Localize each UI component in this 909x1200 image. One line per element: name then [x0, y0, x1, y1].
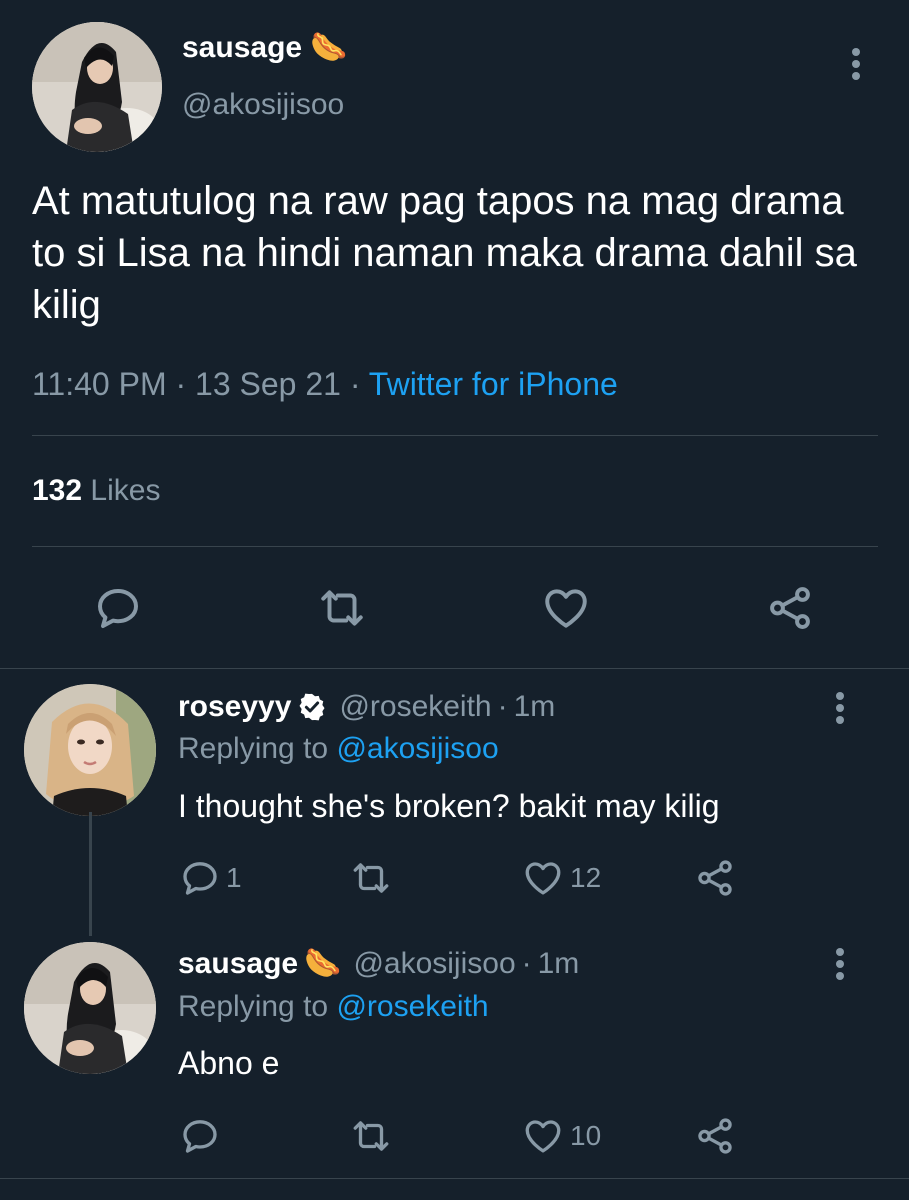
main-more-button[interactable]	[836, 44, 876, 84]
reply-button[interactable]: 1	[180, 856, 242, 900]
share-button[interactable]	[694, 856, 736, 900]
reply-text: Abno e	[178, 1045, 280, 1081]
retweet-icon	[321, 590, 363, 626]
more-vertical-icon	[852, 48, 860, 80]
tweet-date: 13 Sep 21	[195, 366, 341, 402]
share-button[interactable]	[762, 580, 818, 636]
heart-icon	[545, 589, 587, 628]
heart-icon	[525, 1120, 561, 1153]
retweet-icon	[353, 1121, 389, 1151]
main-tweet-text: At matutulog na raw pag tapos na mag dra…	[32, 179, 857, 327]
replying-to-link[interactable]: @akosijisoo	[336, 732, 498, 765]
share-icon	[698, 1118, 732, 1154]
meta-separator: ·	[521, 946, 532, 980]
tweet-source-link[interactable]: Twitter for iPhone	[369, 366, 618, 402]
thread-connector	[89, 812, 92, 936]
replying-prefix: Replying to	[178, 990, 329, 1023]
reply-author-avatar[interactable]	[24, 942, 156, 1074]
more-vertical-icon	[836, 948, 844, 980]
divider	[0, 1178, 909, 1179]
divider	[0, 668, 909, 669]
tweet-time: 11:40 PM	[32, 366, 167, 402]
reply-author-name[interactable]: sausage	[178, 947, 298, 981]
more-vertical-icon	[836, 692, 844, 724]
reply-header: roseyyy @rosekeith · 1m	[178, 690, 555, 724]
hotdog-emoji: 🌭	[310, 31, 348, 64]
reply-header: sausage 🌭 @akosijisoo · 1m	[178, 946, 579, 981]
likes-count: 132	[32, 474, 83, 507]
main-author-handle[interactable]: @akosijisoo	[182, 88, 344, 122]
heart-icon	[525, 862, 561, 895]
retweet-button[interactable]	[350, 856, 398, 900]
reply-button[interactable]	[90, 580, 146, 636]
reply-more-button[interactable]	[820, 688, 860, 728]
replying-to-link[interactable]: @rosekeith	[336, 990, 488, 1023]
like-button[interactable]: 10	[522, 1114, 601, 1158]
like-button[interactable]	[538, 580, 594, 636]
like-count: 10	[570, 1120, 602, 1151]
like-button[interactable]: 12	[522, 856, 601, 900]
replying-prefix: Replying to	[178, 732, 329, 765]
reply-count: 1	[226, 862, 242, 893]
divider	[32, 435, 878, 436]
reply-icon	[98, 589, 138, 628]
likes-label: Likes	[90, 474, 161, 507]
share-icon	[770, 587, 810, 629]
hotdog-emoji: 🌭	[304, 947, 342, 980]
replying-to-line: Replying to @akosijisoo	[178, 732, 499, 766]
meta-separator: ·	[349, 366, 361, 402]
reply-author-name[interactable]: roseyyy	[178, 690, 291, 724]
divider	[32, 546, 878, 547]
tweet-detail-page: sausage 🌭 @akosijisoo At matutulog na ra…	[0, 0, 909, 1200]
reply-more-button[interactable]	[820, 944, 860, 984]
tweet-meta: 11:40 PM · 13 Sep 21 · Twitter for iPhon…	[32, 366, 618, 403]
main-author-name-row[interactable]: sausage 🌭	[182, 30, 347, 65]
main-author-avatar[interactable]	[32, 22, 162, 152]
meta-separator: ·	[497, 690, 508, 723]
reply-time: 1m	[513, 690, 556, 723]
reply-author-handle[interactable]: @akosijisoo	[353, 947, 515, 981]
retweet-button[interactable]	[314, 580, 370, 636]
retweet-icon	[353, 863, 389, 893]
main-author-name[interactable]: sausage	[182, 31, 302, 65]
retweet-button[interactable]	[350, 1114, 398, 1158]
reply-icon	[183, 862, 217, 895]
meta-separator: ·	[175, 366, 187, 402]
share-icon	[698, 860, 732, 896]
likes-stat[interactable]: 132 Likes	[32, 474, 160, 508]
verified-badge-icon	[299, 693, 325, 721]
share-button[interactable]	[694, 1114, 736, 1158]
reply-text: I thought she's broken? bakit may kilig	[178, 788, 720, 824]
reply-icon	[183, 1120, 217, 1153]
like-count: 12	[570, 862, 602, 893]
reply-time: 1m	[537, 946, 580, 980]
reply-author-handle[interactable]: @rosekeith	[339, 690, 491, 724]
reply-author-avatar[interactable]	[24, 684, 156, 816]
reply-button[interactable]	[180, 1114, 226, 1158]
replying-to-line: Replying to @rosekeith	[178, 990, 489, 1024]
